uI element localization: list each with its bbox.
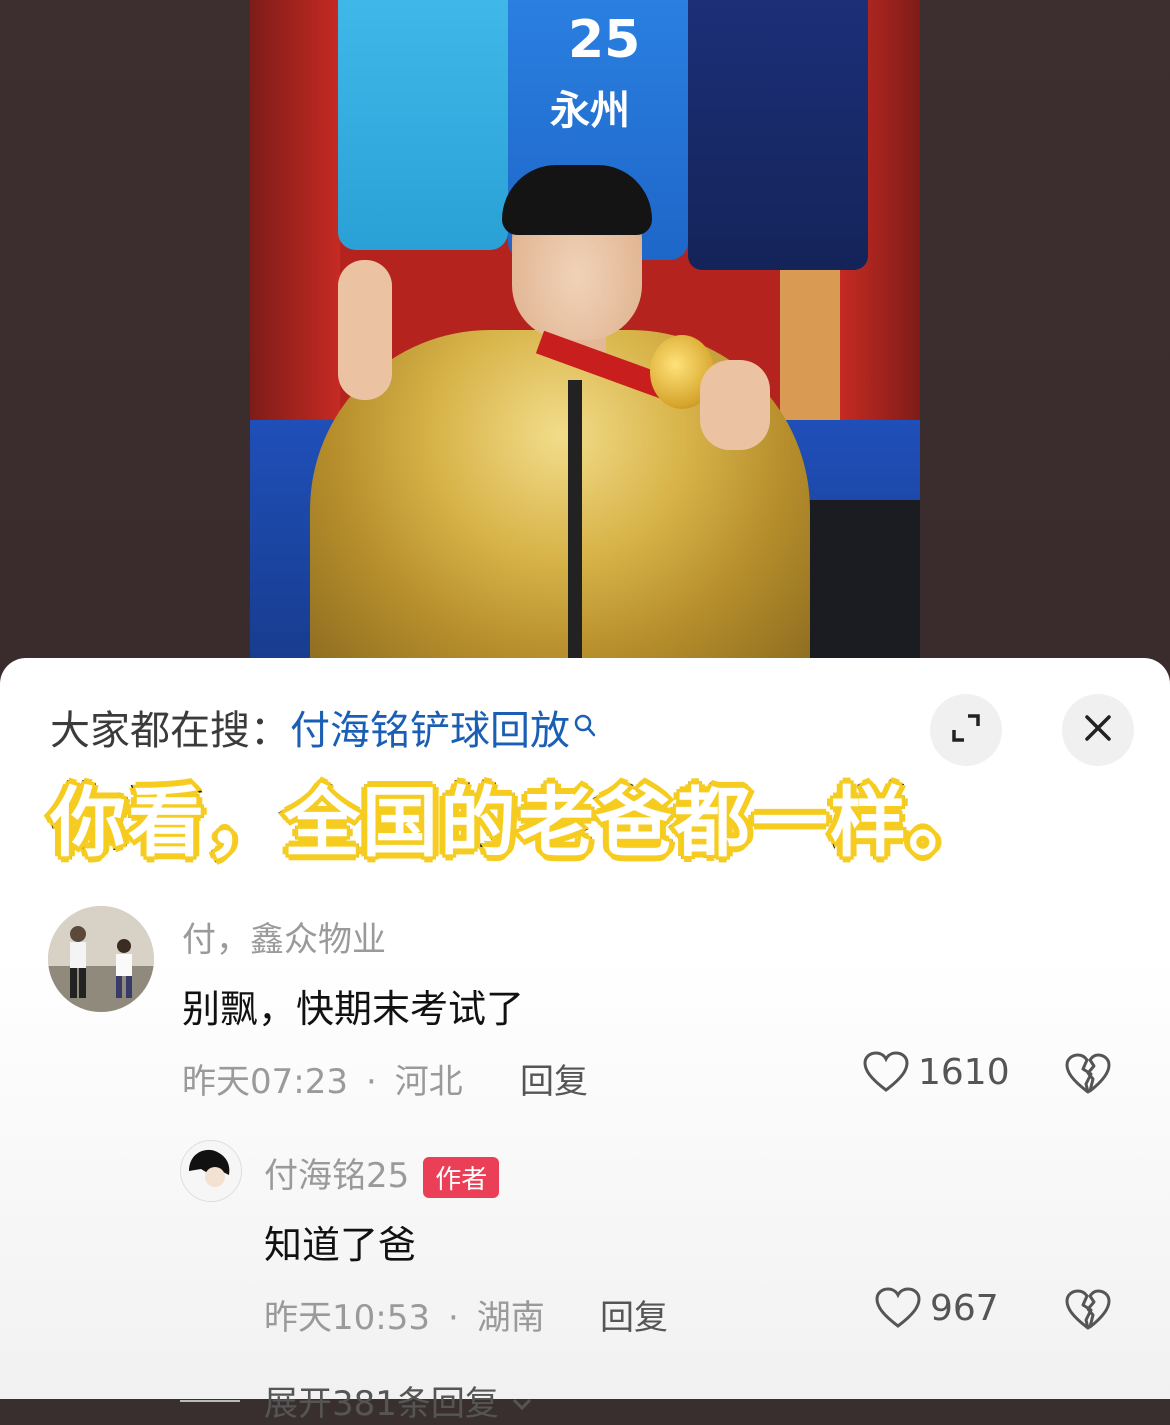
reply-time: 昨天10:53	[264, 1298, 430, 1338]
heart-icon	[875, 1287, 921, 1328]
reply-like-button[interactable]: 967	[874, 1286, 999, 1330]
comment-location: 河北	[394, 1062, 463, 1102]
author-badge: 作者	[423, 1157, 500, 1198]
reply-avatar[interactable]	[180, 1140, 242, 1202]
expand-replies-label: 展开381条回复	[264, 1384, 499, 1424]
dislike-button[interactable]	[1064, 1052, 1112, 1100]
avatar-image	[48, 906, 154, 1012]
reply-location: 湖南	[476, 1298, 545, 1338]
like-count: 1610	[918, 1051, 1010, 1093]
photo-raised-hand	[338, 260, 392, 400]
reply-avatar-image	[181, 1141, 241, 1201]
reply-dislike-button[interactable]	[1064, 1288, 1112, 1336]
photo-jersey-light-blue	[338, 0, 508, 250]
photo-jersey-navy	[688, 0, 868, 270]
expand-icon	[948, 710, 984, 750]
reply-username-text: 付海铭25	[264, 1156, 410, 1196]
expand-divider	[180, 1399, 240, 1402]
comment-meta: 昨天07:23 · 河北	[182, 1062, 463, 1102]
heart-icon	[863, 1051, 909, 1092]
comment-time: 昨天07:23	[182, 1062, 348, 1102]
expand-replies-button[interactable]: 展开381条回复	[180, 1376, 533, 1425]
comment-sheet: 大家都在搜：付海铭铲球回放 你看，全国的老爸都一样。 付，鑫众物业 别飘，快期末…	[0, 658, 1170, 1424]
close-icon	[1083, 713, 1113, 747]
photo-jersey-number: 25	[568, 10, 641, 70]
close-button[interactable]	[1062, 694, 1134, 766]
photo-zipper	[568, 380, 582, 680]
fullscreen-button[interactable]	[930, 694, 1002, 766]
reply-reply-button[interactable]: 回复	[600, 1290, 668, 1339]
post-photo[interactable]: 25 永州	[250, 0, 920, 680]
chevron-down-icon	[511, 1381, 533, 1421]
avatar[interactable]	[48, 906, 154, 1012]
trending-search[interactable]: 大家都在搜：付海铭铲球回放	[50, 698, 596, 756]
like-button[interactable]: 1610	[862, 1050, 1010, 1094]
trending-search-query[interactable]: 付海铭铲球回放	[290, 708, 570, 754]
broken-heart-icon	[1065, 1289, 1111, 1330]
reply-meta: 昨天10:53 · 湖南	[264, 1298, 545, 1338]
photo-jersey-city: 永州	[550, 88, 630, 134]
reply-button[interactable]: 回复	[520, 1054, 588, 1103]
photo-holding-hand	[700, 360, 770, 450]
video-caption: 你看，全国的老爸都一样。	[47, 766, 1110, 870]
reply-username[interactable]: 付海铭25 作者	[264, 1148, 500, 1198]
trending-search-prefix: 大家都在搜：	[50, 708, 290, 754]
broken-heart-icon	[1065, 1053, 1111, 1094]
photo-hair	[502, 165, 652, 235]
comment-username[interactable]: 付，鑫众物业	[182, 912, 386, 961]
comment-text: 别飘，快期末考试了	[182, 987, 525, 1031]
reply-text: 知道了爸	[264, 1223, 417, 1267]
photo-wall-left	[250, 0, 340, 420]
caption-text: 你看，全国的老爸都一样。	[47, 775, 987, 870]
search-icon	[574, 704, 596, 750]
reply-like-count: 967	[930, 1287, 999, 1329]
